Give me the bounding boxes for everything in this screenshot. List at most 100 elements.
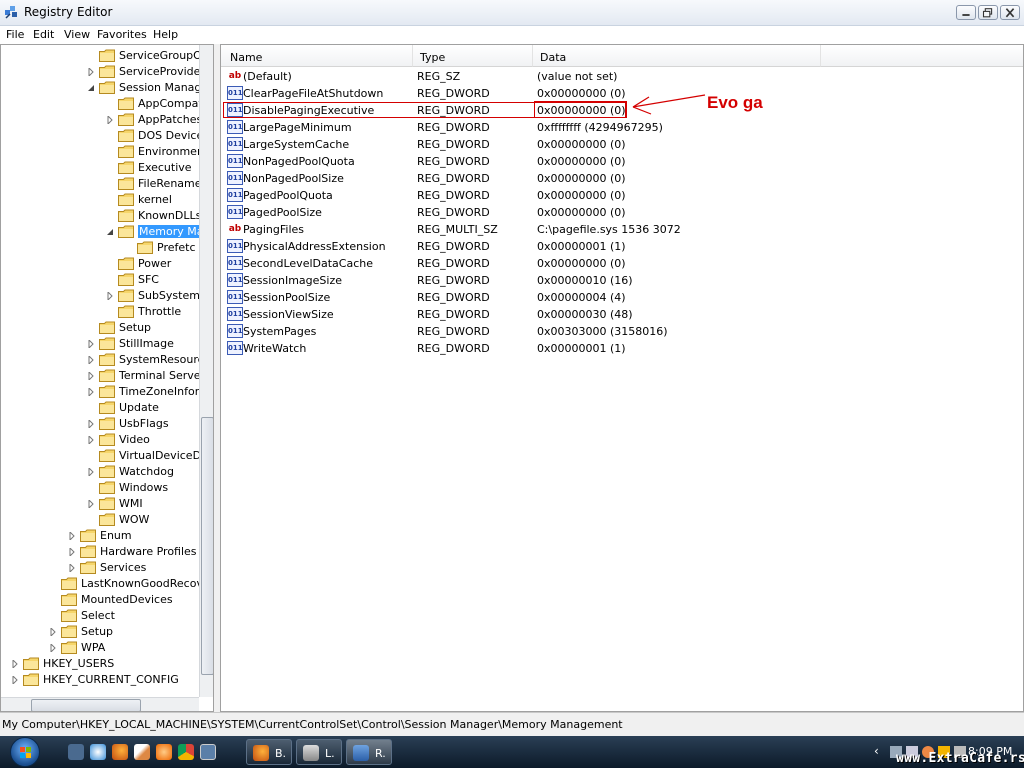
tree-item[interactable]: Video — [1, 432, 199, 448]
restore-button[interactable] — [978, 5, 998, 20]
tree-item[interactable]: ServiceGroupOr — [1, 48, 206, 64]
menu-edit[interactable]: Edit — [33, 28, 54, 41]
menu-help[interactable]: Help — [153, 28, 178, 41]
expand-arrow-icon[interactable] — [87, 500, 95, 508]
collapse-arrow-icon[interactable] — [87, 84, 95, 92]
registry-value-row[interactable]: 011 SessionViewSize REG_DWORD 0x00000030 (4… — [221, 306, 821, 323]
chevron-left-icon[interactable]: ‹ — [874, 744, 879, 758]
firefox-icon[interactable] — [112, 744, 128, 760]
tree-item[interactable]: SFC — [1, 272, 199, 288]
registry-value-row[interactable]: ab PagingFiles REG_MULTI_SZ C:\pagefile.sys… — [221, 221, 821, 238]
expand-arrow-icon[interactable] — [49, 644, 57, 652]
tree-item[interactable]: Windows — [1, 480, 199, 496]
media-icon[interactable] — [156, 744, 172, 760]
expand-arrow-icon[interactable] — [87, 68, 95, 76]
menu-view[interactable]: View — [64, 28, 90, 41]
tree-item[interactable]: WMI — [1, 496, 199, 512]
tree-item[interactable]: Power — [1, 256, 199, 272]
expand-arrow-icon[interactable] — [106, 292, 114, 300]
tree-item[interactable]: HKEY_CURRENT_CONFIG — [1, 672, 199, 688]
tree-item[interactable]: Watchdog — [1, 464, 199, 480]
taskbar-button-registry[interactable]: R. — [346, 739, 392, 765]
taskbar-button-browser[interactable]: B. — [246, 739, 292, 765]
tree-item[interactable]: FileRename — [1, 176, 202, 192]
tree-item[interactable]: Select — [1, 608, 199, 624]
column-header-name[interactable]: Name — [221, 45, 413, 67]
tree-item[interactable]: WPA — [1, 640, 199, 656]
tree-item[interactable]: AppCompat — [1, 96, 203, 112]
chrome-icon[interactable] — [178, 744, 194, 760]
tree-item[interactable]: Memory Ma — [1, 224, 205, 240]
tree-item[interactable]: Throttle — [1, 304, 199, 320]
registry-value-row[interactable]: 011 SystemPages REG_DWORD 0x00303000 (31580… — [221, 323, 821, 340]
switch-windows-icon[interactable] — [200, 744, 216, 760]
tree-item[interactable]: Setup — [1, 320, 199, 336]
tree-item[interactable]: Session Manage — [1, 80, 208, 96]
registry-value-row[interactable]: 011 NonPagedPoolQuota REG_DWORD 0x00000000 … — [221, 153, 821, 170]
registry-value-row[interactable]: 011 LargeSystemCache REG_DWORD 0x00000000 (… — [221, 136, 821, 153]
tree-item[interactable]: SystemResourc — [1, 352, 204, 368]
expand-arrow-icon[interactable] — [49, 628, 57, 636]
tree-item[interactable]: TimeZoneInforn — [1, 384, 206, 400]
tree-item[interactable]: WOW — [1, 512, 199, 528]
expand-arrow-icon[interactable] — [87, 468, 95, 476]
registry-value-row[interactable]: 011 SessionImageSize REG_DWORD 0x00000010 (… — [221, 272, 821, 289]
expand-arrow-icon[interactable] — [11, 660, 19, 668]
column-header-type[interactable]: Type — [413, 45, 533, 67]
show-desktop-icon[interactable] — [68, 744, 84, 760]
expand-arrow-icon[interactable] — [87, 356, 95, 364]
tree-horizontal-scrollbar[interactable] — [1, 697, 199, 711]
values-list[interactable]: Name Type Data ab (Default) REG_SZ (value n… — [220, 44, 1024, 712]
registry-value-row[interactable]: 011 WriteWatch REG_DWORD 0x00000001 (1) — [221, 340, 821, 357]
tree-item[interactable]: AppPatches — [1, 112, 202, 128]
title-bar[interactable]: Registry Editor — [0, 0, 1024, 26]
menu-favorites[interactable]: Favorites — [97, 28, 147, 41]
msn-icon[interactable] — [90, 744, 106, 760]
expand-arrow-icon[interactable] — [87, 388, 95, 396]
tree-item[interactable]: Prefetc — [1, 240, 199, 256]
tree-item[interactable]: KnownDLLs — [1, 208, 201, 224]
menu-file[interactable]: File — [6, 28, 24, 41]
tree-item[interactable]: DOS Device — [1, 128, 203, 144]
column-header-data[interactable]: Data — [533, 45, 821, 67]
registry-value-row[interactable]: 011 LargePageMinimum REG_DWORD 0xffffffff (… — [221, 119, 821, 136]
tree-item[interactable]: ServiceProvider — [1, 64, 205, 80]
registry-value-row[interactable]: 011 SecondLevelDataCache REG_DWORD 0x000000… — [221, 255, 821, 272]
expand-arrow-icon[interactable] — [11, 676, 19, 684]
start-button[interactable] — [10, 737, 40, 767]
collapse-arrow-icon[interactable] — [106, 228, 114, 236]
paint-icon[interactable] — [134, 744, 150, 760]
tree-item[interactable]: Enum — [1, 528, 199, 544]
registry-value-row[interactable]: ab (Default) REG_SZ (value not set) — [221, 68, 821, 85]
tree-item[interactable]: kernel — [1, 192, 199, 208]
close-button[interactable] — [1000, 5, 1020, 20]
tree-vertical-scroll-thumb[interactable] — [201, 417, 213, 675]
tree-item[interactable]: Environmen — [1, 144, 204, 160]
registry-value-row[interactable]: 011 NonPagedPoolSize REG_DWORD 0x00000000 (… — [221, 170, 821, 187]
registry-value-row[interactable]: 011 PagedPoolSize REG_DWORD 0x00000000 (0) — [221, 204, 821, 221]
tree-item[interactable]: HKEY_USERS — [1, 656, 199, 672]
expand-arrow-icon[interactable] — [87, 340, 95, 348]
tree-item[interactable]: Update — [1, 400, 199, 416]
taskbar-button-explorer[interactable]: L. — [296, 739, 342, 765]
tree-item[interactable]: Terminal Server — [1, 368, 205, 384]
registry-value-row[interactable]: 011 PagedPoolQuota REG_DWORD 0x00000000 (0) — [221, 187, 821, 204]
tree-item[interactable]: Hardware Profiles — [1, 544, 199, 560]
expand-arrow-icon[interactable] — [68, 532, 76, 540]
tree-item[interactable]: VirtualDeviceDri — [1, 448, 209, 464]
tree-item[interactable]: MountedDevices — [1, 592, 199, 608]
expand-arrow-icon[interactable] — [106, 116, 114, 124]
tree-item[interactable]: UsbFlags — [1, 416, 199, 432]
tree-vertical-scrollbar[interactable] — [199, 45, 213, 697]
expand-arrow-icon[interactable] — [68, 564, 76, 572]
expand-arrow-icon[interactable] — [87, 420, 95, 428]
expand-arrow-icon[interactable] — [87, 372, 95, 380]
minimize-button[interactable] — [956, 5, 976, 20]
tree-horizontal-scroll-thumb[interactable] — [31, 699, 141, 711]
expand-arrow-icon[interactable] — [68, 548, 76, 556]
registry-value-row[interactable]: 011 SessionPoolSize REG_DWORD 0x00000004 (4… — [221, 289, 821, 306]
expand-arrow-icon[interactable] — [87, 436, 95, 444]
tree-item[interactable]: Executive — [1, 160, 199, 176]
registry-tree[interactable]: ServiceGroupOr ServiceProvider Session Man… — [0, 44, 214, 712]
tree-item[interactable]: LastKnownGoodRecove — [1, 576, 210, 592]
